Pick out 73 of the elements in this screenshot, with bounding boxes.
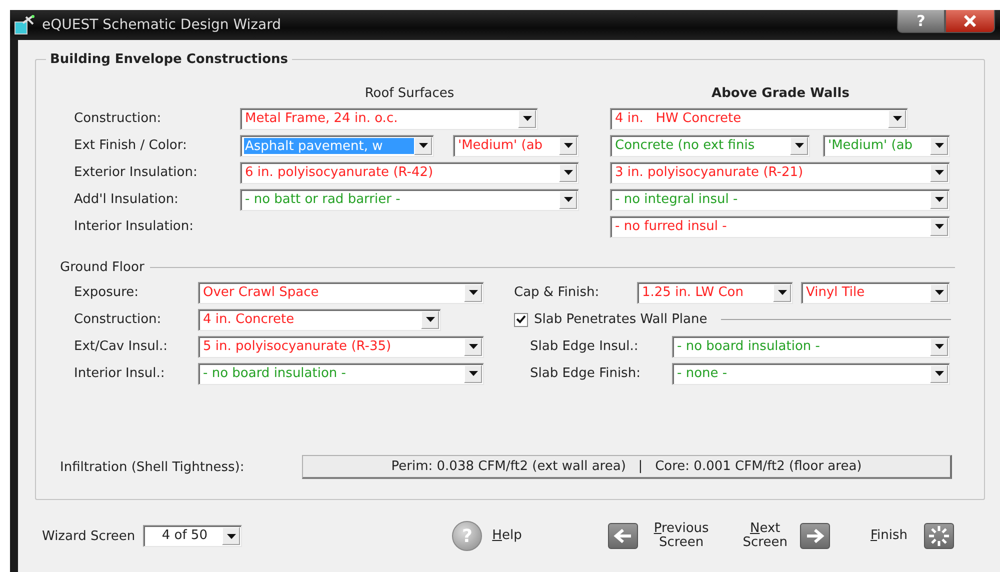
- group-title: Building Envelope Constructions: [49, 52, 290, 67]
- checkbox[interactable]: [514, 312, 528, 326]
- dropdown[interactable]: 3 in. polyisocyanurate (R-21): [610, 162, 950, 184]
- caret-icon: [226, 534, 236, 538]
- check-icon: [516, 315, 526, 324]
- dropdown[interactable]: Concrete (no ext finis: [610, 134, 810, 156]
- dropdown[interactable]: - no board insulation -: [672, 336, 950, 358]
- finish-button[interactable]: Finish: [870, 523, 954, 549]
- window-title: eQUEST Schematic Design Wizard: [42, 17, 281, 33]
- caret-icon: [794, 143, 804, 148]
- field-label: Infiltration (Shell Tightness):: [60, 460, 246, 474]
- caret-icon: [522, 116, 532, 121]
- field-label: Wizard Screen: [42, 528, 136, 544]
- app-icon: [14, 15, 36, 35]
- field-label: Interior Insulation:: [74, 219, 195, 234]
- caret-icon: [468, 371, 478, 376]
- field-label: Construction:: [74, 111, 162, 126]
- close-icon: [963, 15, 977, 27]
- caret-icon: [892, 116, 902, 121]
- close-button[interactable]: [945, 10, 995, 33]
- caret-icon: [934, 170, 944, 175]
- caret-icon: [426, 317, 434, 322]
- field-label: Exposure:: [74, 285, 140, 300]
- caret-icon: [778, 290, 786, 295]
- dropdown[interactable]: Over Crawl Space: [198, 282, 484, 304]
- section-title: Ground Floor: [60, 260, 144, 275]
- dropdown[interactable]: - no board insulation -: [198, 362, 484, 384]
- help-button[interactable]: ? Help: [452, 521, 522, 551]
- column-header: Above Grade Walls: [710, 86, 850, 103]
- field-label: Exterior Insulation:: [74, 165, 198, 180]
- dropdown[interactable]: 4 in. HW Concrete: [610, 108, 908, 130]
- help-button[interactable]: ?: [897, 10, 945, 33]
- dropdown[interactable]: Vinyl Tile: [801, 282, 950, 304]
- caret-icon: [564, 170, 572, 175]
- dropdown[interactable]: 4 in. Concrete: [198, 308, 441, 330]
- dropdown[interactable]: 'Medium' (ab: [453, 134, 579, 156]
- field-label: Cap & Finish:: [514, 285, 600, 300]
- dropdown[interactable]: - no furred insul -: [610, 216, 950, 238]
- caret-icon: [564, 143, 572, 148]
- dropdown[interactable]: 4 of 50: [143, 525, 242, 547]
- starburst-icon: [924, 523, 954, 549]
- dropdown[interactable]: Asphalt pavement, w: [240, 134, 434, 156]
- dropdown[interactable]: - no batt or rad barrier -: [240, 188, 579, 210]
- next-button[interactable]: Next Screen: [742, 522, 830, 550]
- caret-icon: [934, 344, 944, 349]
- caret-icon: [934, 371, 944, 376]
- caret-icon: [564, 197, 572, 202]
- checkbox-label: Slab Penetrates Wall Plane: [534, 312, 708, 327]
- caret-icon: [934, 197, 944, 202]
- infiltration-button[interactable]: Perim: 0.038 CFM/ft2 (ext wall area) | Core: 0.001 CFM/ft2 (floor area): [302, 455, 952, 479]
- caret-icon: [934, 143, 944, 148]
- field-label: Interior Insul.:: [74, 366, 166, 381]
- field-label: Slab Edge Insul.:: [530, 339, 640, 354]
- caret-icon: [468, 344, 478, 349]
- caret-icon: [934, 290, 944, 295]
- dropdown[interactable]: Metal Frame, 24 in. o.c.: [240, 108, 538, 130]
- dropdown[interactable]: 'Medium' (ab: [823, 134, 950, 156]
- dropdown[interactable]: 6 in. polyisocyanurate (R-42): [240, 162, 579, 184]
- caret-icon: [934, 224, 944, 229]
- dropdown[interactable]: 1.25 in. LW Con: [637, 282, 793, 304]
- field-label: Ext Finish / Color:: [74, 138, 188, 153]
- dropdown[interactable]: - none -: [672, 362, 950, 384]
- help-icon: ?: [452, 521, 482, 551]
- field-label: Construction:: [74, 312, 162, 327]
- dropdown[interactable]: 5 in. polyisocyanurate (R-35): [198, 336, 484, 358]
- column-header: Roof Surfaces: [364, 86, 456, 103]
- field-label: Slab Edge Finish:: [530, 366, 642, 381]
- field-label: Add'l Insulation:: [74, 192, 180, 207]
- previous-button[interactable]: Previous Screen: [608, 522, 709, 550]
- caret-icon: [468, 290, 478, 295]
- field-label: Ext/Cav Insul.:: [74, 339, 168, 354]
- dropdown[interactable]: - no integral insul -: [610, 188, 950, 210]
- caret-icon: [418, 143, 428, 148]
